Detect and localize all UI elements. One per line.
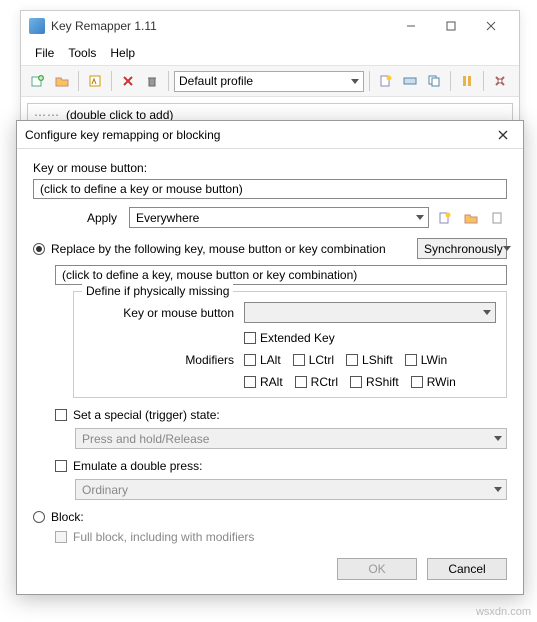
- trigger-value: Press and hold/Release: [82, 432, 209, 446]
- app-title: Key Remapper 1.11: [51, 19, 391, 33]
- rshift-label: RShift: [366, 375, 399, 389]
- group-key-label: Key or mouse button: [84, 306, 244, 320]
- profile-select[interactable]: Default profile: [174, 71, 364, 92]
- sync-value: Synchronously: [424, 242, 503, 256]
- double-value: Ordinary: [82, 483, 128, 497]
- toolbar: Default profile: [21, 65, 519, 97]
- lctrl-label: LCtrl: [309, 353, 334, 367]
- chevron-down-icon: [351, 79, 359, 84]
- double-checkbox[interactable]: [55, 460, 67, 472]
- extended-checkbox[interactable]: [244, 332, 256, 344]
- trigger-label: Set a special (trigger) state:: [73, 408, 220, 422]
- separator: [78, 71, 79, 91]
- pause-icon[interactable]: [456, 70, 478, 92]
- separator: [450, 71, 451, 91]
- combo-define-input[interactable]: (click to define a key, mouse button or …: [55, 265, 507, 285]
- apply-value: Everywhere: [136, 211, 199, 225]
- key-define-input[interactable]: (click to define a key or mouse button): [33, 179, 507, 199]
- copy-profile-icon[interactable]: [423, 70, 445, 92]
- chevron-down-icon: [416, 215, 424, 220]
- add-folder-icon[interactable]: [51, 70, 73, 92]
- app-icon: [29, 18, 45, 34]
- delete-icon[interactable]: [117, 70, 139, 92]
- rctrl-label: RCtrl: [311, 375, 338, 389]
- double-label: Emulate a double press:: [73, 459, 202, 473]
- menu-file[interactable]: File: [29, 43, 60, 63]
- dialog: Configure key remapping or blocking Key …: [16, 120, 524, 595]
- rename-profile-icon[interactable]: [399, 70, 421, 92]
- lwin-label: LWin: [421, 353, 447, 367]
- rwin-label: RWin: [427, 375, 456, 389]
- replace-label: Replace by the following key, mouse butt…: [51, 242, 411, 256]
- group-key-select[interactable]: [244, 302, 496, 323]
- menubar: File Tools Help: [21, 41, 519, 65]
- separator: [111, 71, 112, 91]
- lshift-label: LShift: [362, 353, 393, 367]
- lalt-checkbox[interactable]: [244, 354, 256, 366]
- dialog-titlebar: Configure key remapping or blocking: [17, 121, 523, 149]
- titlebar: Key Remapper 1.11: [21, 11, 519, 41]
- lshift-checkbox[interactable]: [346, 354, 358, 366]
- dialog-title: Configure key remapping or blocking: [25, 128, 491, 142]
- apply-select[interactable]: Everywhere: [129, 207, 429, 228]
- block-radio[interactable]: [33, 511, 45, 523]
- menu-help[interactable]: Help: [104, 43, 141, 63]
- maximize-button[interactable]: [431, 12, 471, 40]
- ralt-label: RAlt: [260, 375, 283, 389]
- lctrl-checkbox[interactable]: [293, 354, 305, 366]
- chevron-down-icon: [503, 246, 511, 251]
- trash-icon[interactable]: [141, 70, 163, 92]
- watermark: wsxdn.com: [476, 606, 531, 618]
- apply-browse-icon[interactable]: [461, 208, 481, 228]
- lalt-label: LAlt: [260, 353, 281, 367]
- combo-placeholder: (click to define a key, mouse button or …: [62, 268, 357, 282]
- menu-tools[interactable]: Tools: [62, 43, 102, 63]
- apply-add-icon[interactable]: [435, 208, 455, 228]
- profile-select-value: Default profile: [179, 74, 253, 88]
- edit-icon[interactable]: [84, 70, 106, 92]
- separator: [369, 71, 370, 91]
- sync-select[interactable]: Synchronously: [417, 238, 507, 259]
- lwin-checkbox[interactable]: [405, 354, 417, 366]
- double-select: Ordinary: [75, 479, 507, 500]
- rwin-checkbox[interactable]: [411, 376, 423, 388]
- full-block-label: Full block, including with modifiers: [73, 530, 254, 544]
- main-window: Key Remapper 1.11 File Tools Help Defaul…: [20, 10, 520, 134]
- key-define-placeholder: (click to define a key or mouse button): [40, 182, 243, 196]
- apply-label: Apply: [33, 211, 123, 225]
- group-title: Define if physically missing: [82, 284, 233, 298]
- close-button[interactable]: [471, 12, 511, 40]
- new-profile-icon[interactable]: [375, 70, 397, 92]
- rctrl-checkbox[interactable]: [295, 376, 307, 388]
- minimize-button[interactable]: [391, 12, 431, 40]
- separator: [168, 71, 169, 91]
- add-icon[interactable]: [27, 70, 49, 92]
- full-block-checkbox: [55, 531, 67, 543]
- block-label: Block:: [51, 510, 84, 524]
- trigger-select: Press and hold/Release: [75, 428, 507, 449]
- dialog-close-button[interactable]: [491, 123, 515, 147]
- chevron-down-icon: [494, 487, 502, 492]
- ok-button[interactable]: OK: [337, 558, 417, 580]
- rshift-checkbox[interactable]: [350, 376, 362, 388]
- separator: [483, 71, 484, 91]
- cancel-button[interactable]: Cancel: [427, 558, 507, 580]
- apply-doc-icon[interactable]: [487, 208, 507, 228]
- chevron-down-icon: [494, 436, 502, 441]
- trigger-checkbox[interactable]: [55, 409, 67, 421]
- settings-icon[interactable]: [489, 70, 511, 92]
- physically-missing-group: Define if physically missing Key or mous…: [73, 291, 507, 398]
- modifiers-label: Modifiers: [84, 353, 244, 367]
- key-label: Key or mouse button:: [33, 161, 507, 175]
- ralt-checkbox[interactable]: [244, 376, 256, 388]
- extended-label: Extended Key: [260, 331, 335, 345]
- chevron-down-icon: [483, 310, 491, 315]
- replace-radio[interactable]: [33, 243, 45, 255]
